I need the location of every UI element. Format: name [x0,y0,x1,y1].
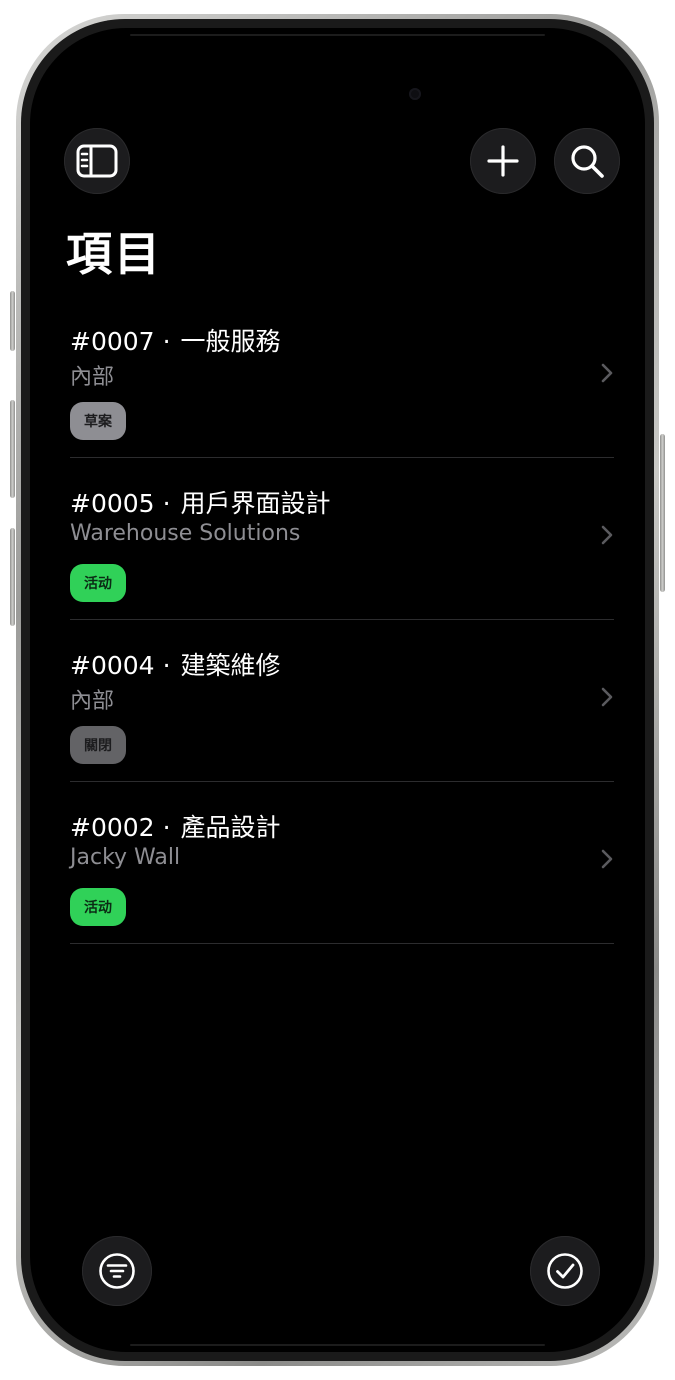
chevron-right-icon [601,525,613,545]
phone-frame: 項目 #0007 · 一般服務 內部 草案 #0005 · 用戶界面設計 War… [10,14,665,1366]
bottom-edge [130,1344,545,1346]
volume-down-button [10,528,15,626]
chevron-right-icon [601,363,613,383]
project-list: #0007 · 一般服務 內部 草案 #0005 · 用戶界面設計 Warehouse … [70,296,614,944]
project-title: #0007 · 一般服務 [70,322,281,358]
project-client: Jacky Wall [70,845,181,870]
search-icon [571,145,604,178]
separator: · [162,651,171,680]
page-title: 項目 [66,227,162,281]
status-badge: 草案 [70,402,126,440]
project-row[interactable]: #0007 · 一般服務 內部 草案 [70,296,614,458]
project-name: 用戶界面設計 [180,489,331,518]
add-project-button[interactable] [470,128,536,194]
project-title: #0002 · 產品設計 [70,808,281,844]
project-name: 產品設計 [180,813,281,842]
separator: · [162,813,171,842]
top-edge [130,34,545,36]
status-badge: 活动 [70,564,126,602]
filter-icon [99,1253,135,1289]
chevron-right-icon [601,687,613,707]
project-row[interactable]: #0005 · 用戶界面設計 Warehouse Solutions 活动 [70,458,614,620]
project-row[interactable]: #0004 · 建築維修 內部 關閉 [70,620,614,782]
action-button [10,291,15,351]
project-number: #0002 [70,813,155,842]
bezel: 項目 #0007 · 一般服務 內部 草案 #0005 · 用戶界面設計 War… [21,19,654,1361]
project-title: #0004 · 建築維修 [70,646,281,682]
power-button [660,434,665,592]
project-number: #0004 [70,651,155,680]
select-button[interactable] [530,1236,600,1306]
plus-icon [487,145,519,177]
project-client: Warehouse Solutions [70,521,301,546]
status-badge: 關閉 [70,726,126,764]
sidebar-toggle-button[interactable] [64,128,130,194]
project-client: 內部 [70,365,115,390]
project-title: #0005 · 用戶界面設計 [70,484,331,520]
project-row[interactable]: #0002 · 產品設計 Jacky Wall 活动 [70,782,614,944]
filter-button[interactable] [82,1236,152,1306]
sidebar-icon [76,144,118,178]
checkmark-circle-icon [547,1253,583,1289]
project-name: 建築維修 [180,651,281,680]
chevron-right-icon [601,849,613,869]
project-number: #0005 [70,489,155,518]
project-number: #0007 [70,327,155,356]
separator: · [162,489,171,518]
screen: 項目 #0007 · 一般服務 內部 草案 #0005 · 用戶界面設計 War… [30,28,645,1352]
search-button[interactable] [554,128,620,194]
volume-up-button [10,400,15,498]
front-camera [409,88,421,100]
project-client: 內部 [70,689,115,714]
project-name: 一般服務 [180,327,281,356]
status-badge: 活动 [70,888,126,926]
separator: · [162,327,171,356]
